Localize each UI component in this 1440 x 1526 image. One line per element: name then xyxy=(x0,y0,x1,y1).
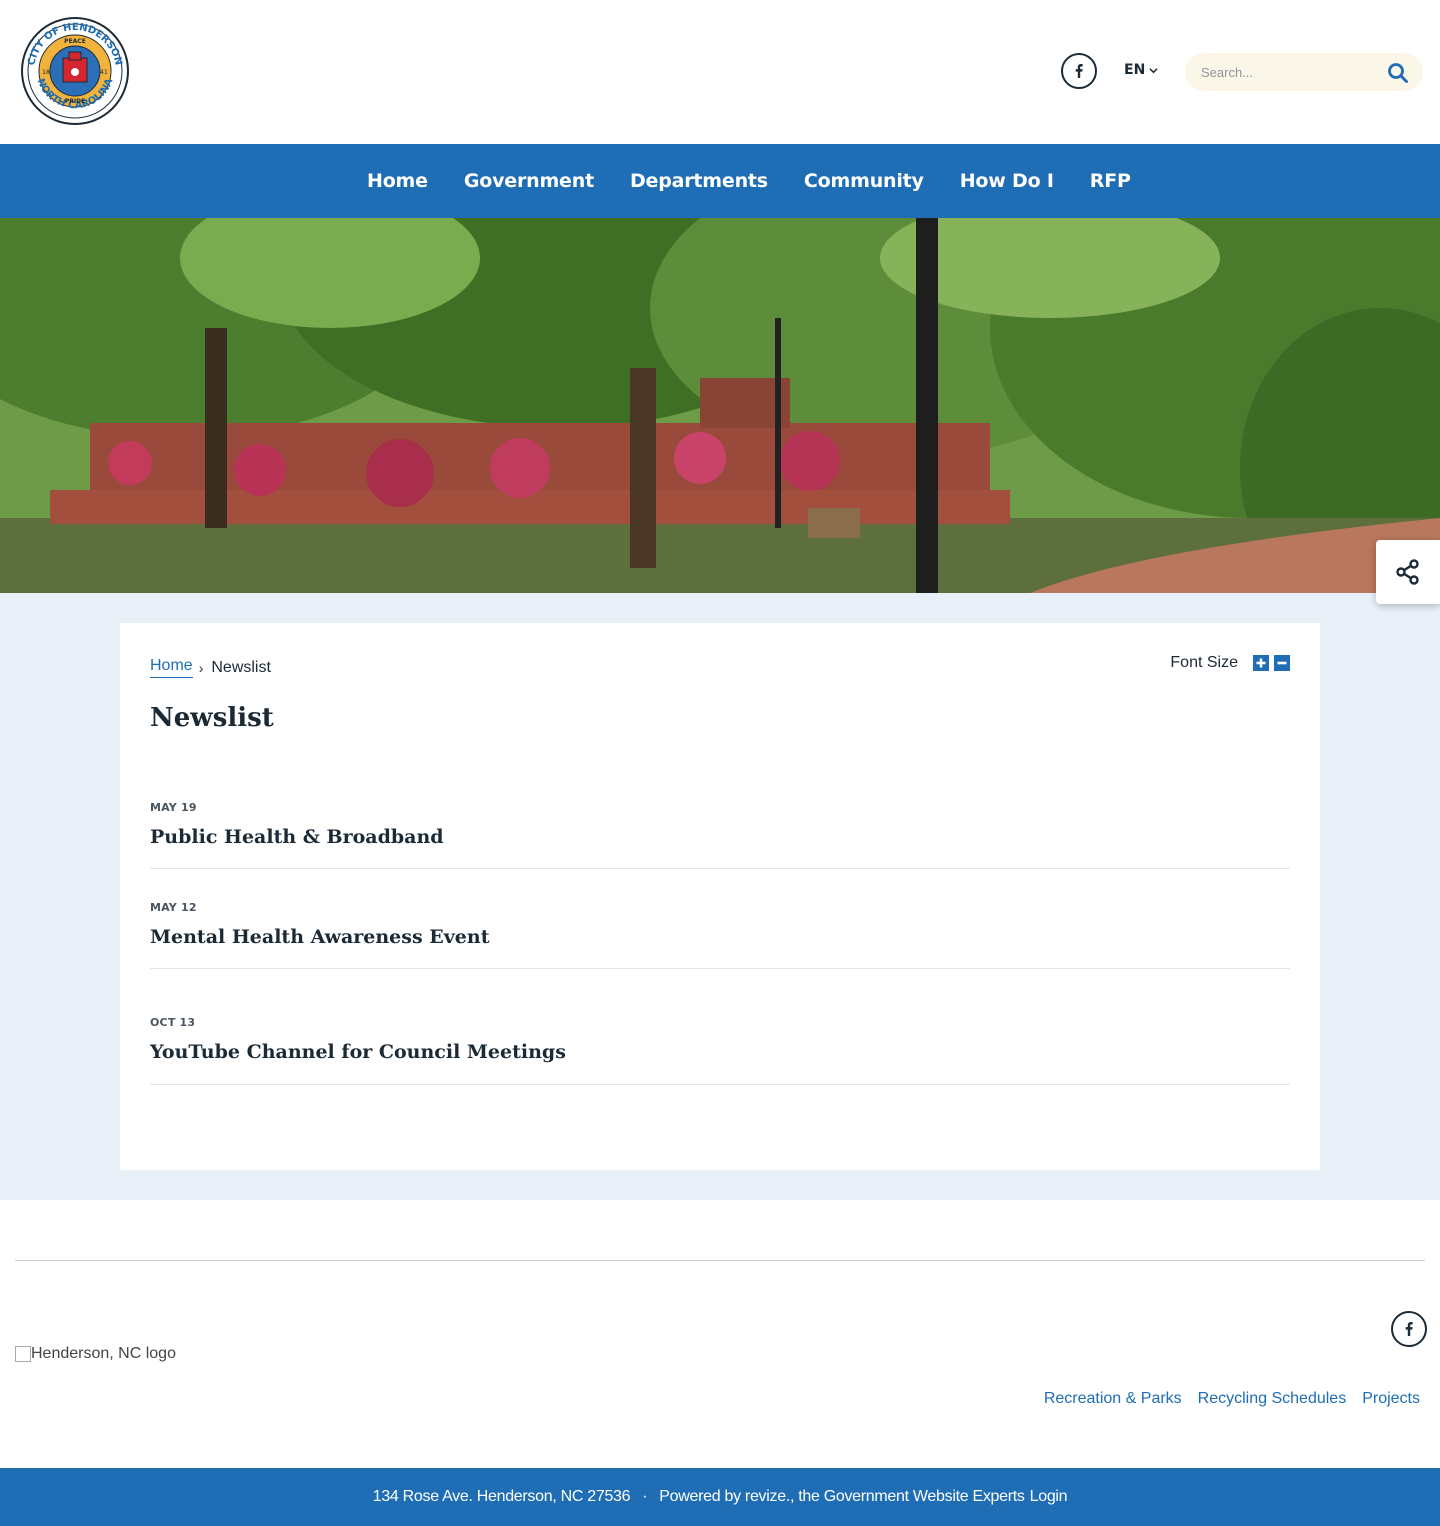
footer-logo-alt: Henderson, NC logo xyxy=(31,1345,176,1362)
news-date: MAY 12 xyxy=(150,901,197,914)
page-title: Newslist xyxy=(150,703,274,733)
footer-login-link[interactable]: Login xyxy=(1030,1488,1068,1506)
breadcrumb: Home › Newslist xyxy=(150,657,271,678)
svg-text:18: 18 xyxy=(42,69,50,76)
svg-text:PEACE: PEACE xyxy=(64,38,86,45)
nav-item-rfp[interactable]: RFP xyxy=(1072,170,1149,192)
broken-image-icon xyxy=(15,1346,31,1362)
news-title[interactable]: YouTube Channel for Council Meetings xyxy=(150,1041,1290,1063)
news-item[interactable]: MAY 19 Public Health & Broadband xyxy=(150,801,1290,869)
breadcrumb-current: Newslist xyxy=(211,658,271,676)
footer-link-recycling[interactable]: Recycling Schedules xyxy=(1198,1390,1347,1408)
footer-bottom-bar: 134 Rose Ave. Henderson, NC 27536 · Powe… xyxy=(0,1468,1440,1526)
news-date: OCT 13 xyxy=(150,1016,196,1029)
search-input[interactable] xyxy=(1201,62,1381,82)
svg-text:41: 41 xyxy=(100,69,108,76)
news-title[interactable]: Public Health & Broadband xyxy=(150,826,1290,848)
footer-links: Recreation & Parks Recycling Schedules P… xyxy=(1044,1390,1420,1408)
breadcrumb-home-link[interactable]: Home xyxy=(150,657,193,678)
nav-item-government[interactable]: Government xyxy=(446,170,612,192)
site-header: CITY OF HENDERSON NORTH CAROLINA PEACE P… xyxy=(0,0,1440,144)
breadcrumb-chevron-icon: › xyxy=(198,659,204,676)
news-item[interactable]: MAY 12 Mental Health Awareness Event xyxy=(150,901,1290,969)
nav-item-how-do-i[interactable]: How Do I xyxy=(942,170,1072,192)
facebook-icon xyxy=(1405,1322,1413,1336)
footer-address: 134 Rose Ave. Henderson, NC 27536 xyxy=(372,1488,631,1505)
news-item[interactable]: OCT 13 YouTube Channel for Council Meeti… xyxy=(150,1016,1290,1085)
footer-divider xyxy=(15,1260,1425,1261)
footer-link-recreation[interactable]: Recreation & Parks xyxy=(1044,1390,1182,1408)
news-date: MAY 19 xyxy=(150,801,197,814)
facebook-link[interactable] xyxy=(1061,53,1097,89)
news-title[interactable]: Mental Health Awareness Event xyxy=(150,926,1290,948)
hero-illustration xyxy=(0,218,1440,593)
main-panel: Home › Newslist Font Size Newslist MAY 1… xyxy=(120,623,1320,1170)
chevron-down-icon xyxy=(1149,67,1158,73)
font-decrease-button[interactable] xyxy=(1274,655,1290,671)
footer-logo[interactable]: Henderson, NC logo xyxy=(15,1345,176,1363)
city-seal-logo[interactable]: CITY OF HENDERSON NORTH CAROLINA PEACE P… xyxy=(20,16,130,126)
search-icon[interactable] xyxy=(1387,62,1409,84)
language-label: EN xyxy=(1124,62,1146,78)
share-icon xyxy=(1396,559,1419,585)
footer-link-projects[interactable]: Projects xyxy=(1362,1390,1420,1408)
font-increase-button[interactable] xyxy=(1253,655,1269,671)
facebook-icon xyxy=(1075,64,1083,78)
svg-text:PRIDE: PRIDE xyxy=(65,98,85,105)
main-nav: Home Government Departments Community Ho… xyxy=(0,144,1440,218)
nav-item-departments[interactable]: Departments xyxy=(612,170,786,192)
share-button[interactable] xyxy=(1376,540,1440,604)
search-bar xyxy=(1185,53,1423,91)
nav-item-community[interactable]: Community xyxy=(786,170,942,192)
font-size-label: Font Size xyxy=(1170,654,1238,671)
footer-facebook-link[interactable] xyxy=(1391,1311,1427,1347)
font-size-control: Font Size xyxy=(1170,654,1290,672)
footer-separator: · xyxy=(642,1488,648,1505)
plus-icon xyxy=(1256,658,1266,668)
language-selector[interactable]: EN xyxy=(1124,62,1158,78)
nav-item-home[interactable]: Home xyxy=(349,170,446,192)
hero-park-image xyxy=(0,218,1440,593)
footer-powered-by[interactable]: Powered by revize., the Government Websi… xyxy=(659,1488,1025,1506)
minus-icon xyxy=(1277,661,1287,665)
